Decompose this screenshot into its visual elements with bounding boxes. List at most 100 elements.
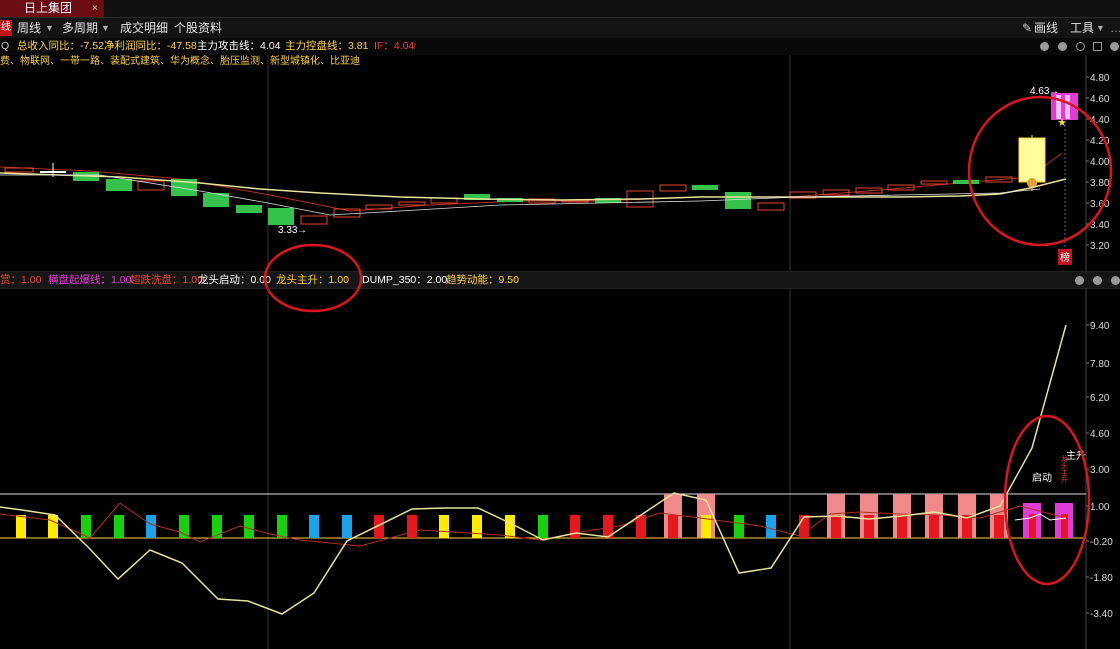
candle bbox=[920, 180, 948, 185]
axis-tick-label: 4.00 bbox=[1090, 157, 1110, 168]
axis-tick-label: 4.80 bbox=[1090, 73, 1110, 84]
circle-icon[interactable] bbox=[1075, 276, 1084, 285]
price-high-label: 4.63 bbox=[1030, 86, 1050, 97]
axis-tick-label: -0.20 bbox=[1090, 537, 1113, 548]
candle bbox=[953, 180, 979, 184]
info-prefix: Q bbox=[1, 40, 10, 52]
signal-bar bbox=[472, 515, 482, 538]
signal-bar bbox=[114, 515, 124, 538]
circle-icon[interactable] bbox=[1040, 42, 1049, 51]
candle bbox=[659, 184, 687, 192]
candle bbox=[106, 179, 132, 191]
stock-info-button[interactable]: 个股资料 bbox=[174, 18, 222, 38]
signal-bar bbox=[994, 515, 1004, 538]
candle bbox=[137, 180, 165, 191]
if-value: IF：4.04 bbox=[374, 40, 415, 52]
main-attack-line: 主力攻击线：4.04 bbox=[197, 40, 281, 52]
candle bbox=[1018, 137, 1046, 183]
profit-yoy: 净利润同比：-47.58 bbox=[104, 40, 197, 52]
indicator-axis: 9.40 7.80 6.20 4.60 3.00 1.00 -0.20 -1.80 -3.40 bbox=[1086, 321, 1113, 620]
axis-tick-label: 9.40 bbox=[1090, 321, 1110, 332]
start-label: 启动 bbox=[1032, 471, 1052, 484]
close-icon[interactable]: × bbox=[92, 0, 98, 17]
signal-bar bbox=[734, 515, 744, 538]
axis-tick-label: 3.20 bbox=[1090, 241, 1110, 252]
stock-tab[interactable]: 日上集团 × bbox=[0, 0, 104, 17]
draw-line-button[interactable]: 画线 bbox=[1034, 18, 1058, 38]
candle bbox=[757, 202, 785, 211]
refresh-icon[interactable] bbox=[1076, 42, 1085, 51]
signal-bar bbox=[16, 515, 26, 538]
signal-bar bbox=[897, 515, 907, 538]
signal-bar bbox=[668, 515, 678, 538]
tab-bar: 日上集团 × bbox=[0, 0, 1120, 18]
gear-icon[interactable] bbox=[1058, 42, 1067, 51]
up-arrow-icon: ↑ bbox=[513, 274, 519, 286]
signal-bar bbox=[538, 515, 548, 538]
signal-bar bbox=[439, 515, 449, 538]
main-control-line: 主力控盘线：3.81 bbox=[285, 40, 369, 52]
candle bbox=[725, 192, 751, 209]
signal-bar bbox=[48, 515, 58, 538]
signal-bar bbox=[309, 515, 319, 538]
signal-bar bbox=[277, 515, 287, 538]
more-icon[interactable]: … bbox=[1110, 18, 1120, 38]
corner-badge-label: 榜 bbox=[1060, 251, 1070, 264]
chart-type-tag[interactable]: 线 bbox=[0, 20, 12, 36]
signal-bar bbox=[212, 515, 222, 538]
revenue-yoy: 总收入同比：-7.52 bbox=[17, 40, 104, 52]
period-button[interactable]: 周线 bbox=[17, 18, 41, 38]
axis-tick-label: 4.60 bbox=[1090, 94, 1110, 105]
axis-tick-label: 6.20 bbox=[1090, 393, 1110, 404]
candle bbox=[1065, 95, 1070, 119]
axis-tick-label: 4.60 bbox=[1090, 429, 1110, 440]
trade-detail-button[interactable]: 成交明细 bbox=[120, 18, 168, 38]
axis-tick-label: 7.80 bbox=[1090, 359, 1110, 370]
rise-vertical-label: 龙头主升 bbox=[1061, 454, 1069, 484]
arrow-right-icon: → bbox=[297, 225, 307, 236]
ma-line-red bbox=[0, 152, 1063, 212]
candle bbox=[398, 201, 426, 206]
gear-icon[interactable] bbox=[1093, 276, 1102, 285]
signal-bar bbox=[766, 515, 776, 538]
price-low-label: 3.33 bbox=[278, 225, 298, 236]
indicator-item: DUMP_350：2.00 bbox=[362, 274, 448, 286]
tools-button[interactable]: 工具 bbox=[1070, 18, 1094, 38]
candles: ★ bbox=[4, 93, 1078, 225]
toolbar: 线 周线 ▼ 多周期 ▼ 成交明细 个股资料 ✎ 画线 工具 ▼ … bbox=[0, 18, 1120, 38]
signal-bar bbox=[505, 515, 515, 538]
highlight-circle bbox=[1003, 414, 1091, 586]
close-icon[interactable] bbox=[1111, 276, 1120, 285]
axis-tick-label: -3.40 bbox=[1090, 609, 1113, 620]
price-chart[interactable]: 4.804.604.404.204.003.803.603.403.20 ★ 4… bbox=[0, 55, 1120, 271]
pencil-icon[interactable]: ✎ bbox=[1022, 18, 1032, 38]
window-icon[interactable] bbox=[1093, 42, 1102, 51]
indicator-item: 赏：1.00 bbox=[0, 274, 42, 286]
candle bbox=[40, 171, 66, 173]
indicator-bar: 赏：1.00 横盘起爆线：1.00 超跌洗盘：1.00 龙头启动：0.00 龙头… bbox=[0, 271, 1120, 289]
signal-bar bbox=[799, 515, 809, 538]
signal-bar bbox=[929, 515, 939, 538]
indicator-item: 横盘起爆线：1.00 bbox=[48, 274, 132, 286]
indicator-item: 趋势动能：9.50 bbox=[446, 274, 519, 286]
axis-tick-label: 3.60 bbox=[1090, 199, 1110, 210]
chevron-down-icon[interactable]: ▼ bbox=[1096, 18, 1105, 38]
indicator-item: 龙头启动：0.00 bbox=[198, 274, 271, 286]
candle bbox=[692, 185, 718, 190]
axis-tick-label: -1.80 bbox=[1090, 573, 1113, 584]
chevron-down-icon[interactable]: ▼ bbox=[101, 18, 110, 38]
stock-tab-title: 日上集团 bbox=[24, 1, 73, 15]
candle bbox=[300, 215, 328, 225]
signal-bar bbox=[244, 515, 254, 538]
signal-bar bbox=[831, 515, 841, 538]
up-arrow-icon: ↑ bbox=[412, 40, 418, 52]
indicator-chart[interactable]: 9.40 7.80 6.20 4.60 3.00 1.00 -0.20 -1.80 -3.40 bbox=[0, 288, 1120, 649]
up-arrow-icon: ↑ bbox=[271, 40, 277, 52]
trend-momentum-line bbox=[0, 324, 1067, 615]
up-arrow-icon: ↑ bbox=[361, 40, 367, 52]
close-icon[interactable] bbox=[1110, 42, 1119, 51]
chevron-down-icon[interactable]: ▼ bbox=[45, 18, 54, 38]
multi-period-button[interactable]: 多周期 bbox=[62, 18, 98, 38]
info-bar: Q 总收入同比：-7.52 净利润同比：-47.58 主力攻击线：4.04 ↑ … bbox=[0, 38, 1120, 55]
signal-bar bbox=[342, 515, 352, 538]
